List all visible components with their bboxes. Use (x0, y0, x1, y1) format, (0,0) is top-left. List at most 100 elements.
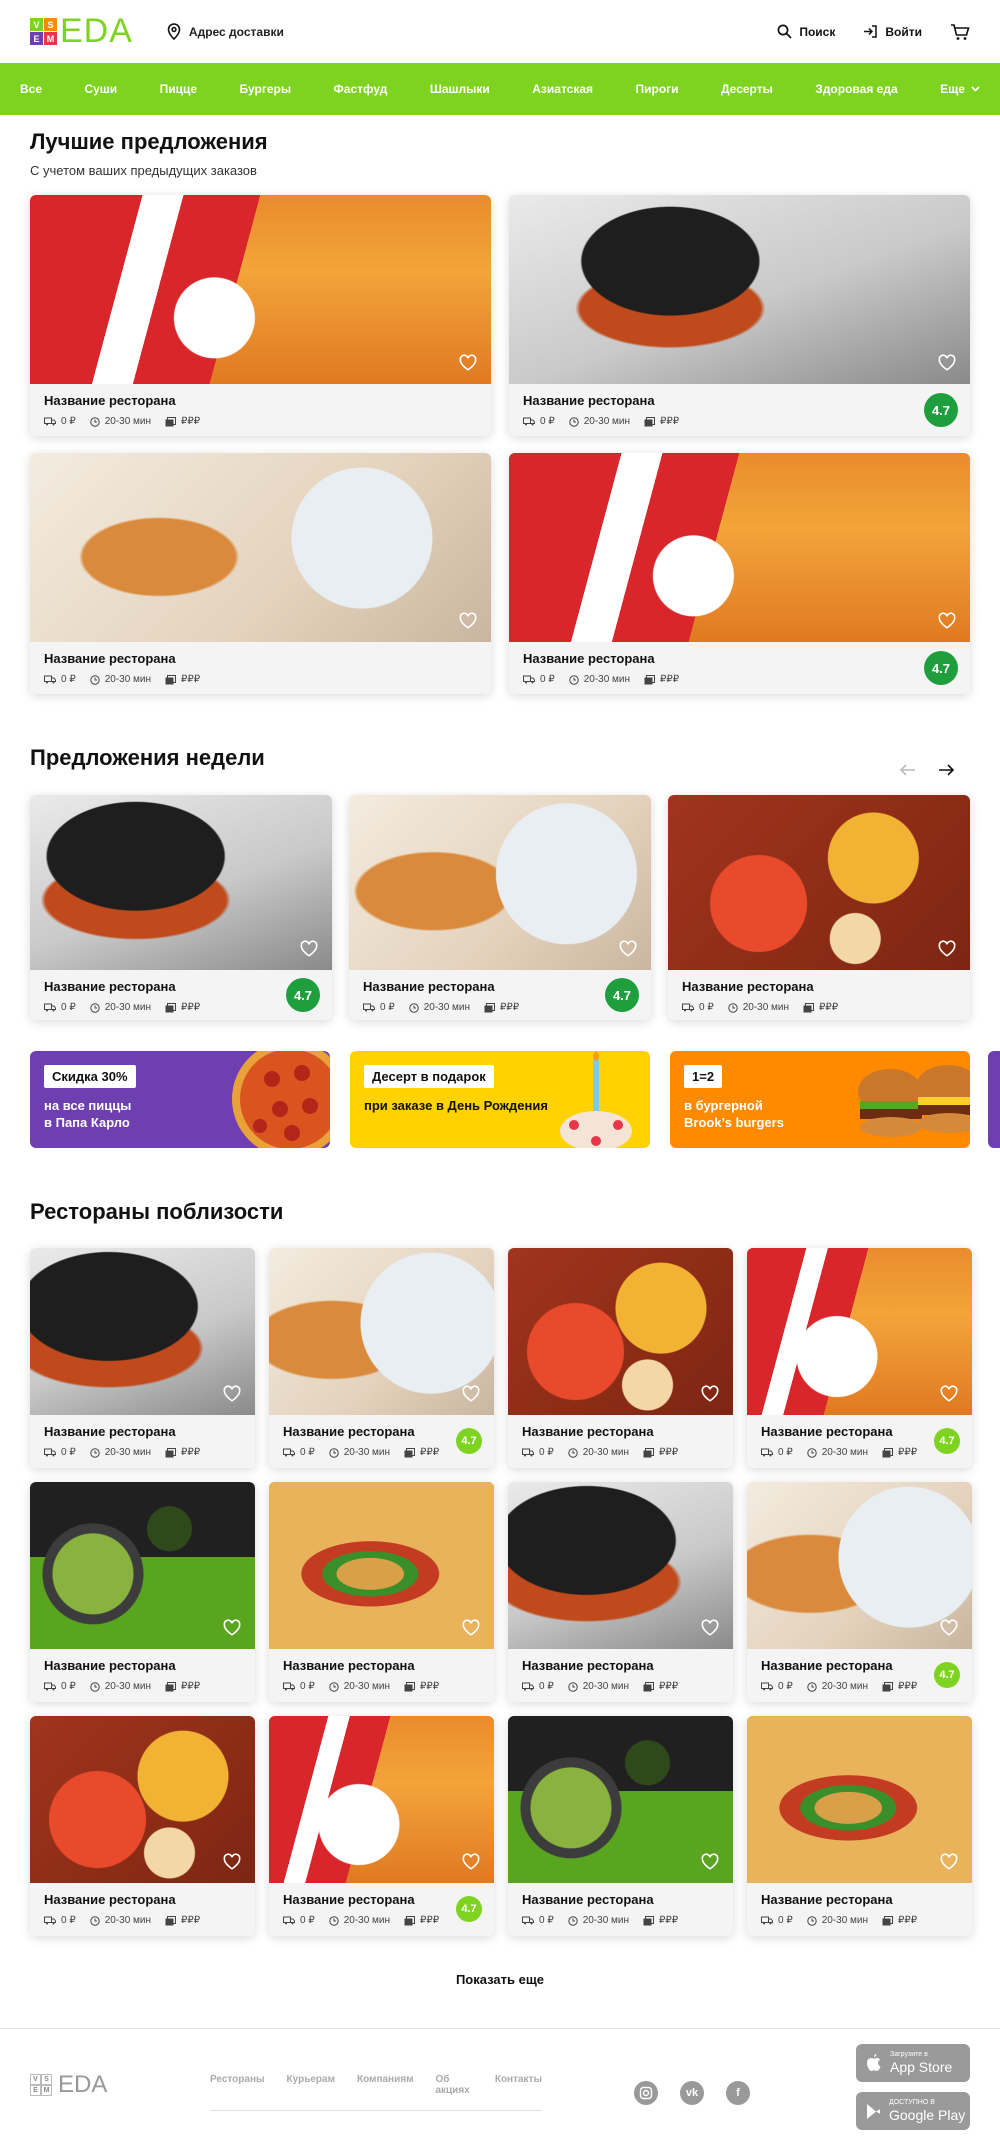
restaurant-image (269, 1716, 494, 1883)
nav-item-desserts[interactable]: Десерты (721, 82, 773, 96)
search-button[interactable]: Поиск (777, 24, 835, 39)
promo-banner-next-peek[interactable] (988, 1051, 1000, 1148)
restaurant-name: Название ресторана (44, 651, 176, 666)
delivery-price: 0 ₽ (523, 416, 555, 427)
restaurant-card[interactable]: Название ресторана 0 ₽ 20-30 мин ₽₽₽ (30, 1716, 255, 1936)
nav-item-sushi[interactable]: Суши (84, 82, 117, 96)
delivery-price: 0 ₽ (761, 1681, 793, 1692)
restaurant-image (508, 1248, 733, 1415)
delivery-time: 20-30 мин (90, 1447, 151, 1458)
restaurant-name: Название ресторана (522, 1658, 654, 1673)
card-info: Название ресторана 0 ₽ 20-30 мин ₽₽₽ (509, 384, 970, 436)
delivery-price-value: 0 ₽ (778, 1681, 793, 1692)
restaurant-card[interactable]: Название ресторана 0 ₽ 20-30 мин ₽₽₽ (508, 1716, 733, 1936)
google-play-button[interactable]: ДОСТУПНО В Google Play (856, 2092, 970, 2130)
favorite-heart-icon[interactable] (938, 940, 956, 958)
footer-link-promos[interactable]: Об акциях (435, 2074, 472, 2096)
footer-link-couriers[interactable]: Курьерам (287, 2074, 335, 2096)
footer-link-companies[interactable]: Компаниям (357, 2074, 414, 2096)
favorite-heart-icon[interactable] (701, 1853, 719, 1871)
truck-icon (522, 1916, 534, 1925)
favorite-heart-icon[interactable] (940, 1385, 958, 1403)
app-store-button[interactable]: Загрузите в App Store (856, 2044, 970, 2082)
favorite-heart-icon[interactable] (300, 940, 318, 958)
restaurant-card[interactable]: Название ресторана 0 ₽ 20-30 мин ₽₽₽ (30, 1248, 255, 1468)
card-meta: 0 ₽ 20-30 мин ₽₽₽ (44, 1002, 318, 1013)
delivery-time: 20-30 мин (807, 1681, 868, 1692)
favorite-heart-icon[interactable] (459, 354, 477, 372)
delivery-time: 20-30 мин (90, 416, 151, 427)
restaurant-card[interactable]: Название ресторана 0 ₽ 20-30 мин ₽₽₽ 4.7 (747, 1248, 972, 1468)
promo-banner-dessert[interactable]: Десерт в подарок при заказе в День Рожде… (350, 1051, 650, 1148)
favorite-heart-icon[interactable] (701, 1385, 719, 1403)
nav-item-more[interactable]: Еще (940, 82, 980, 96)
cart-button[interactable] (950, 23, 970, 41)
footer-link-contacts[interactable]: Контакты (495, 2074, 542, 2096)
arrow-left-icon[interactable] (900, 764, 916, 776)
restaurant-card[interactable]: Название ресторана 0 ₽ 20-30 мин ₽₽₽ (30, 1482, 255, 1702)
delivery-address-button[interactable]: Адрес доставки (167, 23, 284, 40)
restaurant-image (30, 453, 491, 642)
restaurant-card[interactable]: Название ресторана 0 ₽ 20-30 мин ₽₽₽ (747, 1716, 972, 1936)
restaurant-card[interactable]: Название ресторана 0 ₽ 20-30 мин ₽₽₽ 4.7 (30, 795, 332, 1020)
nav-item-all[interactable]: Все (20, 82, 42, 96)
favorite-heart-icon[interactable] (462, 1619, 480, 1637)
restaurant-card[interactable]: Название ресторана 0 ₽ 20-30 мин ₽₽₽ (668, 795, 970, 1020)
delivery-price-value: 0 ₽ (61, 416, 76, 427)
restaurant-card[interactable]: Название ресторана 0 ₽ 20-30 мин ₽₽₽ (508, 1482, 733, 1702)
favorite-heart-icon[interactable] (619, 940, 637, 958)
show-more-button[interactable]: Показать еще (0, 1972, 1000, 1987)
favorite-heart-icon[interactable] (938, 354, 956, 372)
promo-banner-pizza[interactable]: Скидка 30% на все пиццы в Папа Карло (30, 1051, 330, 1148)
instagram-icon[interactable] (634, 2081, 658, 2105)
restaurant-image (747, 1248, 972, 1415)
favorite-heart-icon[interactable] (223, 1619, 241, 1637)
nav-item-asian[interactable]: Азиатская (532, 82, 593, 96)
favorite-heart-icon[interactable] (940, 1853, 958, 1871)
price-level-value: ₽₽₽ (181, 1681, 201, 1692)
favorite-heart-icon[interactable] (940, 1619, 958, 1637)
facebook-icon[interactable]: f (726, 2081, 750, 2105)
clock-icon (409, 1002, 419, 1013)
nav-item-healthy[interactable]: Здоровая еда (815, 82, 897, 96)
restaurant-card[interactable]: Название ресторана 0 ₽ 20-30 мин ₽₽₽ 4.7 (349, 795, 651, 1020)
restaurant-card[interactable]: Название ресторана 0 ₽ 20-30 мин ₽₽₽ (30, 453, 491, 694)
restaurant-name: Название ресторана (44, 1658, 176, 1673)
delivery-time-value: 20-30 мин (104, 1002, 152, 1013)
promo-tag: Десерт в подарок (364, 1065, 494, 1088)
footer: V S E M EDA Рестораны Курьерам Компаниям… (0, 2028, 1000, 2142)
favorite-heart-icon[interactable] (459, 612, 477, 630)
restaurant-name: Название ресторана (761, 1658, 893, 1673)
favorite-heart-icon[interactable] (938, 612, 956, 630)
favorite-heart-icon[interactable] (462, 1853, 480, 1871)
delivery-price: 0 ₽ (44, 1002, 76, 1013)
restaurant-card[interactable]: Название ресторана 0 ₽ 20-30 мин ₽₽₽ 4.7 (269, 1716, 494, 1936)
logo[interactable]: V S E M EDA (30, 12, 133, 52)
restaurant-card[interactable]: Название ресторана 0 ₽ 20-30 мин ₽₽₽ (508, 1248, 733, 1468)
nav-item-pies[interactable]: Пироги (635, 82, 678, 96)
clock-icon (329, 1681, 339, 1692)
favorite-heart-icon[interactable] (223, 1853, 241, 1871)
restaurant-card[interactable]: Название ресторана 0 ₽ 20-30 мин ₽₽₽ 4.7 (509, 195, 970, 436)
restaurant-card[interactable]: Название ресторана 0 ₽ 20-30 мин ₽₽₽ (269, 1482, 494, 1702)
nav-item-fastfood[interactable]: Фастфуд (334, 82, 388, 96)
restaurant-card[interactable]: Название ресторана 0 ₽ 20-30 мин ₽₽₽ (30, 195, 491, 436)
restaurant-card[interactable]: Название ресторана 0 ₽ 20-30 мин ₽₽₽ 4.7 (509, 453, 970, 694)
login-button[interactable]: Войти (863, 24, 922, 39)
nav-item-pizza[interactable]: Пицце (160, 82, 197, 96)
promo-banner-burgers[interactable]: 1=2 в бургерной Brook’s burgers (670, 1051, 970, 1148)
arrow-right-icon[interactable] (938, 764, 954, 776)
nav-item-burgers[interactable]: Бургеры (240, 82, 292, 96)
footer-link-restaurants[interactable]: Рестораны (210, 2074, 265, 2096)
favorite-heart-icon[interactable] (701, 1619, 719, 1637)
restaurant-card[interactable]: Название ресторана 0 ₽ 20-30 мин ₽₽₽ 4.7 (747, 1482, 972, 1702)
restaurant-card[interactable]: Название ресторана 0 ₽ 20-30 мин ₽₽₽ 4.7 (269, 1248, 494, 1468)
promo-text: на все пиццы в Папа Карло (44, 1098, 132, 1130)
delivery-time-value: 20-30 мин (104, 1681, 152, 1692)
footer-logo[interactable]: V S E M EDA (30, 2071, 107, 2099)
card-meta: 0 ₽ 20-30 мин ₽₽₽ (522, 1681, 719, 1692)
nav-item-shashlik[interactable]: Шашлыки (430, 82, 490, 96)
favorite-heart-icon[interactable] (223, 1385, 241, 1403)
favorite-heart-icon[interactable] (462, 1385, 480, 1403)
vk-icon[interactable]: vk (680, 2081, 704, 2105)
